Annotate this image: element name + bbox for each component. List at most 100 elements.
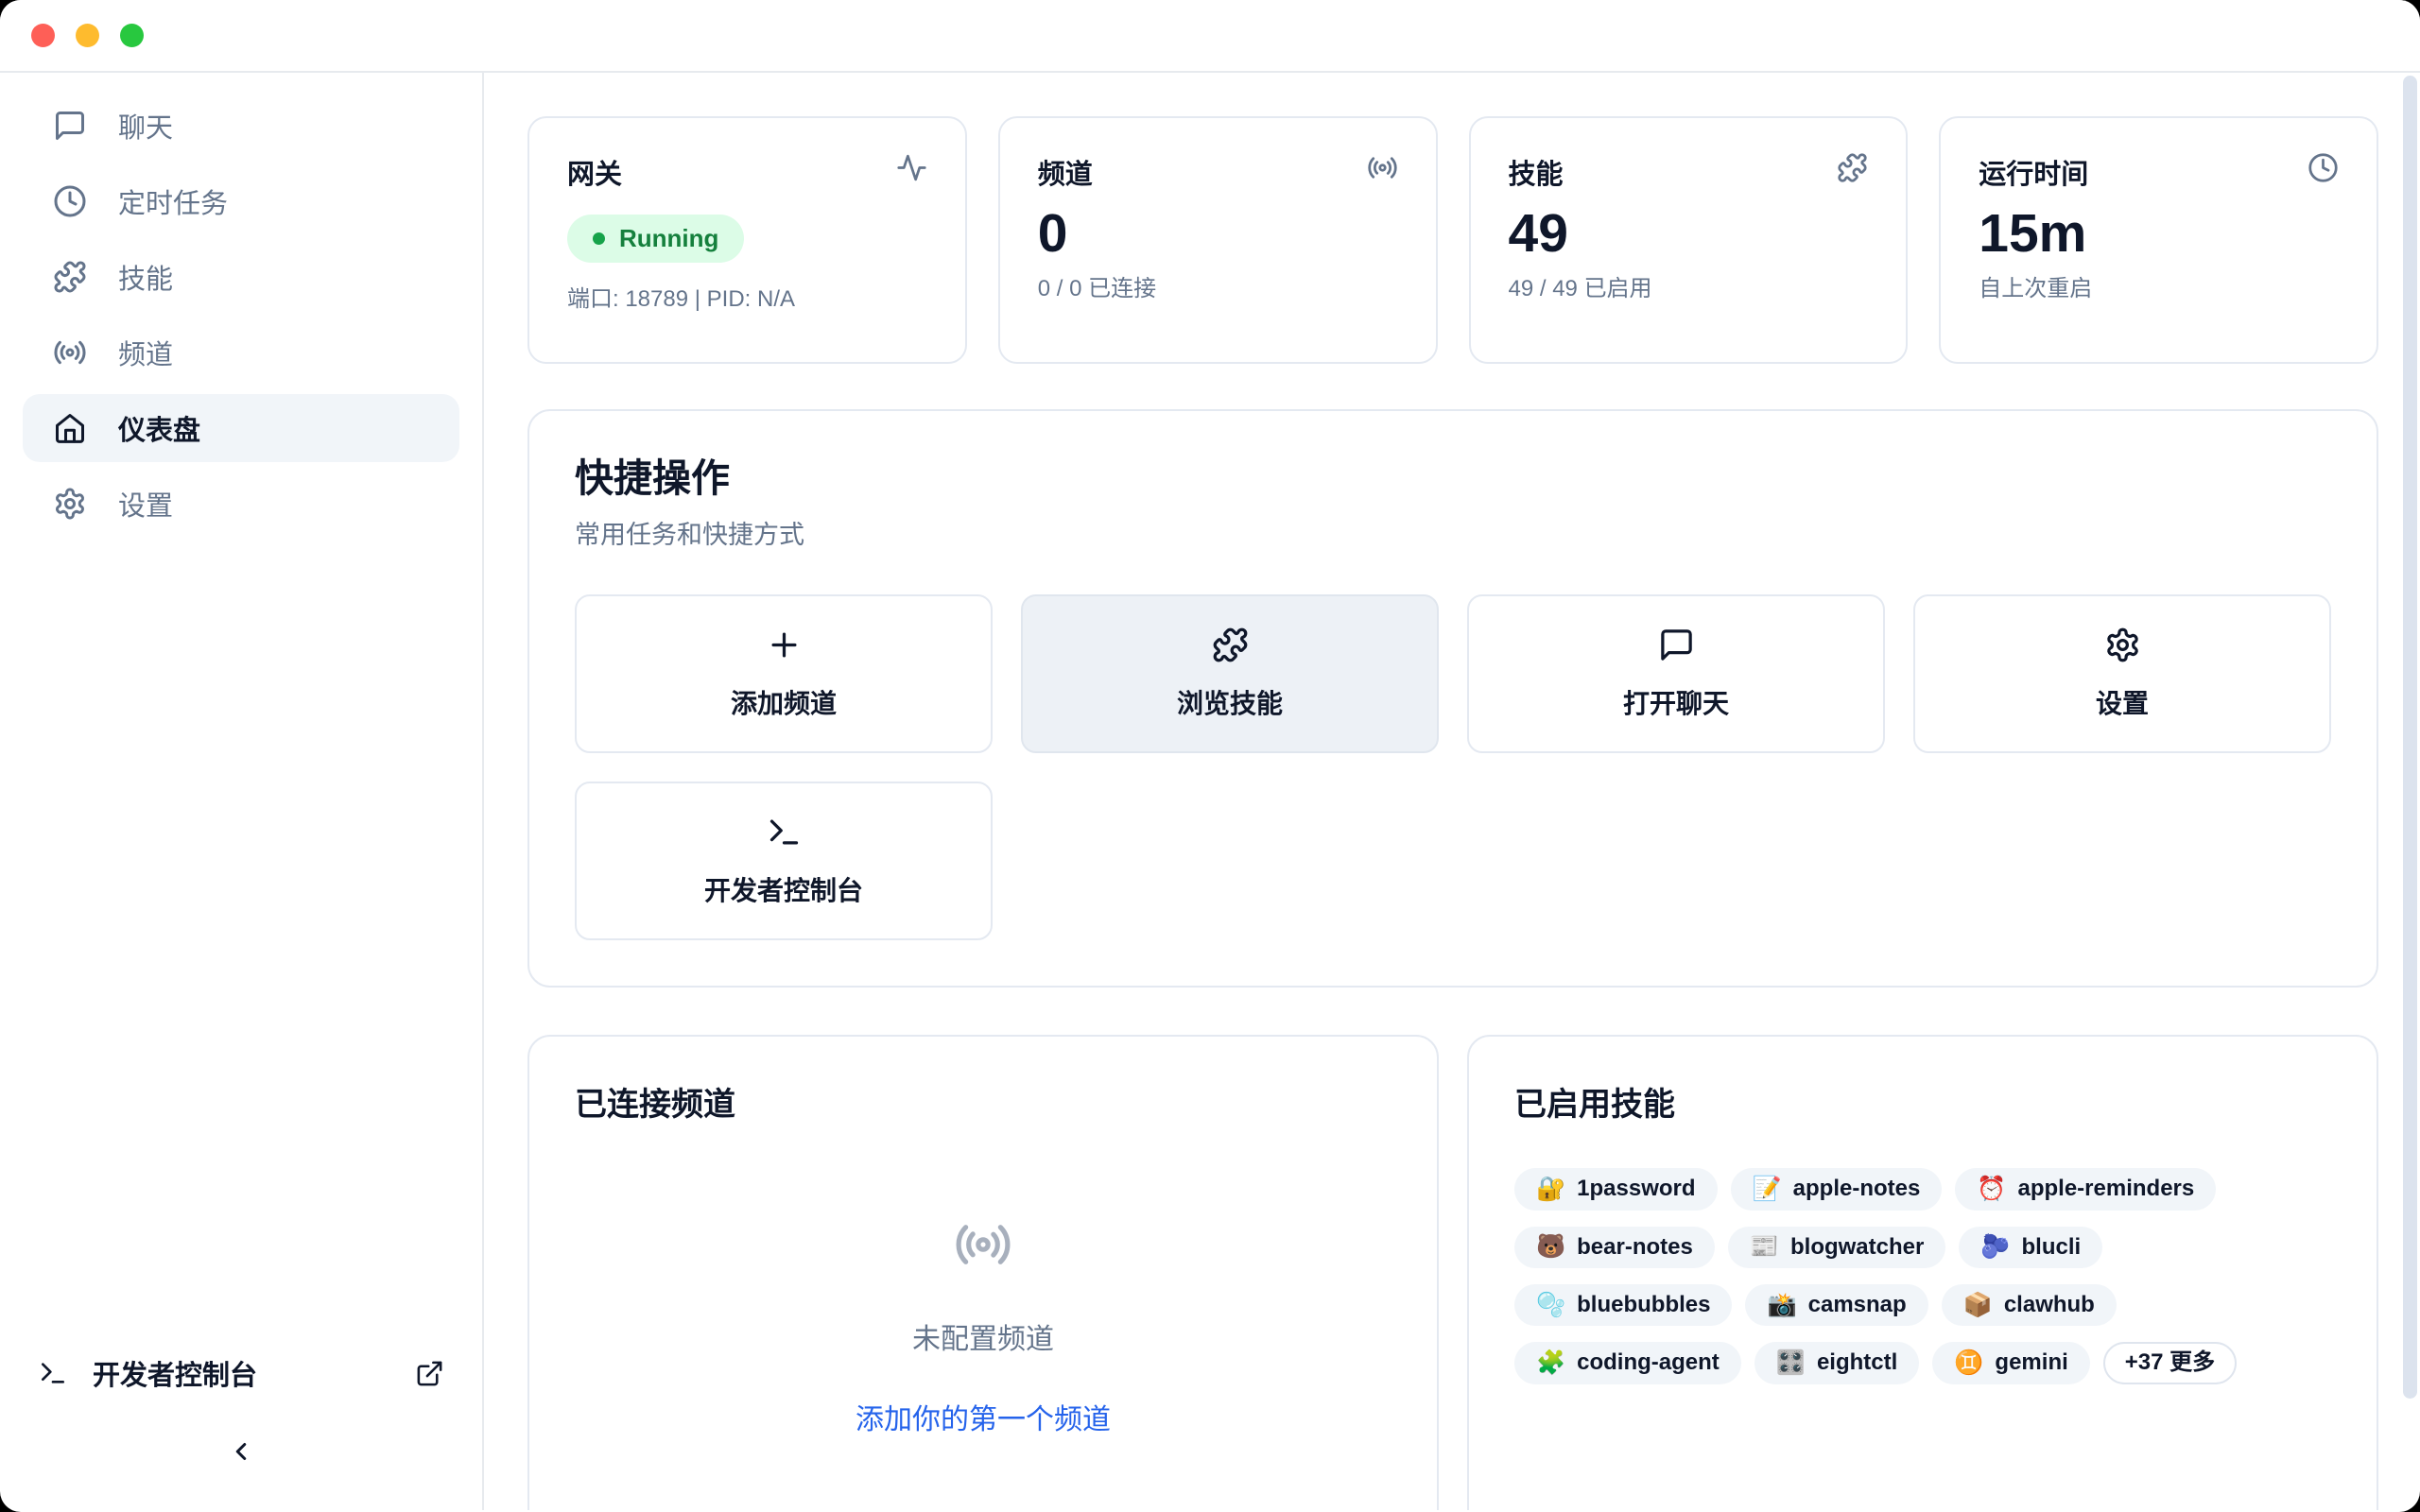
status-badge: Running bbox=[567, 215, 744, 263]
terminal-icon bbox=[38, 1358, 68, 1388]
dev-console-footer-button[interactable]: 开发者控制台 bbox=[38, 1342, 444, 1404]
stat-subtext: 0 / 0 已连接 bbox=[1038, 269, 1398, 302]
sidebar-item-dashboard[interactable]: 仪表盘 bbox=[23, 394, 459, 462]
sidebar-item-chat[interactable]: 聊天 bbox=[23, 92, 459, 160]
gear-icon bbox=[2104, 627, 2141, 663]
skill-emoji-icon: 🫧 bbox=[1536, 1294, 1565, 1317]
skill-emoji-icon: 📸 bbox=[1767, 1294, 1796, 1317]
skill-emoji-icon: 🎛️ bbox=[1776, 1351, 1806, 1375]
skill-emoji-icon: 📰 bbox=[1750, 1235, 1779, 1259]
skill-name: gemini bbox=[1995, 1350, 2067, 1375]
stat-title: 运行时间 bbox=[1979, 152, 2088, 192]
skill-pill[interactable]: 🎛️ eightctl bbox=[1754, 1342, 1919, 1383]
stat-card-header: 频道 bbox=[1038, 152, 1398, 192]
sidebar-footer: 开发者控制台 bbox=[0, 1342, 482, 1510]
skill-emoji-icon: ♊️ bbox=[1954, 1351, 1983, 1375]
quick-action-label: 浏览技能 bbox=[1177, 683, 1283, 721]
skill-pill[interactable]: ♊️ gemini bbox=[1932, 1342, 2089, 1383]
quick-action-label: 添加频道 bbox=[731, 683, 837, 721]
stat-card-header: 网关 bbox=[567, 152, 927, 192]
close-button[interactable] bbox=[31, 24, 55, 47]
sidebar-item-label: 技能 bbox=[118, 257, 173, 297]
more-skills-button[interactable]: +37 更多 bbox=[2103, 1342, 2237, 1383]
activity-icon bbox=[896, 152, 927, 183]
collapse-sidebar-button[interactable] bbox=[0, 1404, 482, 1499]
skill-name: bear-notes bbox=[1577, 1235, 1693, 1260]
quick-actions-grid: 添加频道 浏览技能 打开聊天 设置 bbox=[575, 594, 2331, 753]
status-dot-icon bbox=[593, 232, 605, 245]
skill-name: clawhub bbox=[2004, 1293, 2095, 1317]
skill-name: blogwatcher bbox=[1790, 1235, 1924, 1260]
chevron-left-icon bbox=[227, 1437, 255, 1466]
stat-card-uptime: 运行时间 15m 自上次重启 bbox=[1939, 116, 2378, 364]
add-first-channel-link[interactable]: 添加你的第一个频道 bbox=[850, 1395, 1116, 1438]
skill-pill[interactable]: 🧩 coding-agent bbox=[1514, 1342, 1741, 1383]
stat-subtext: 端口: 18789 | PID: N/A bbox=[567, 280, 927, 313]
sidebar-item-label: 仪表盘 bbox=[118, 408, 200, 448]
plus-icon bbox=[766, 627, 803, 663]
skill-emoji-icon: ⏰ bbox=[1977, 1177, 2006, 1201]
scrollbar-thumb[interactable] bbox=[2403, 76, 2417, 1399]
zoom-button[interactable] bbox=[120, 24, 144, 47]
sidebar-item-scheduled-tasks[interactable]: 定时任务 bbox=[23, 167, 459, 235]
stat-value: 15m bbox=[1979, 203, 2339, 266]
empty-state-text: 未配置频道 bbox=[912, 1315, 1054, 1357]
stat-title: 频道 bbox=[1038, 152, 1093, 192]
browse-skills-button[interactable]: 浏览技能 bbox=[1021, 594, 1439, 753]
skill-pill[interactable]: 📰 blogwatcher bbox=[1728, 1227, 1946, 1268]
channels-empty-state: 未配置频道 添加你的第一个频道 bbox=[575, 1215, 1392, 1438]
skill-name: eightctl bbox=[1817, 1350, 1897, 1375]
sidebar-item-skills[interactable]: 技能 bbox=[23, 243, 459, 311]
settings-button[interactable]: 设置 bbox=[1913, 594, 2331, 753]
minimize-button[interactable] bbox=[76, 24, 99, 47]
sidebar-nav: 聊天 定时任务 技能 频道 仪表盘 bbox=[0, 73, 482, 545]
status-badge-label: Running bbox=[619, 224, 718, 253]
skill-emoji-icon: 🫐 bbox=[1980, 1235, 2010, 1259]
skill-pill-list: 🔐 1password 📝 apple-notes ⏰ apple-remind… bbox=[1514, 1168, 2331, 1384]
skill-name: apple-notes bbox=[1793, 1177, 1921, 1201]
enabled-skills-panel: 已启用技能 🔐 1password 📝 apple-notes ⏰ appl bbox=[1467, 1035, 2378, 1510]
skill-name: bluebubbles bbox=[1577, 1293, 1710, 1317]
sidebar-item-channels[interactable]: 频道 bbox=[23, 318, 459, 387]
clock-icon bbox=[53, 184, 87, 218]
radio-icon bbox=[1367, 152, 1398, 183]
stat-subtext: 49 / 49 已启用 bbox=[1509, 269, 1869, 302]
skill-pill[interactable]: 📸 camsnap bbox=[1745, 1284, 1927, 1326]
skill-emoji-icon: 🔐 bbox=[1536, 1177, 1565, 1201]
add-channel-button[interactable]: 添加频道 bbox=[575, 594, 993, 753]
open-chat-button[interactable]: 打开聊天 bbox=[1467, 594, 1885, 753]
quick-action-label: 打开聊天 bbox=[1623, 683, 1729, 721]
bottom-row: 已连接频道 未配置频道 添加你的第一个频道 已启用技能 🔐 1password bbox=[527, 1035, 2378, 1510]
dev-console-button[interactable]: 开发者控制台 bbox=[575, 782, 993, 940]
sidebar: 聊天 定时任务 技能 频道 仪表盘 bbox=[0, 73, 484, 1510]
skill-pill[interactable]: 🐻 bear-notes bbox=[1514, 1227, 1715, 1268]
sidebar-item-settings[interactable]: 设置 bbox=[23, 470, 459, 538]
skill-pill[interactable]: 📝 apple-notes bbox=[1731, 1168, 1943, 1210]
stat-value: 49 bbox=[1509, 203, 1869, 266]
gear-icon bbox=[53, 487, 87, 521]
sidebar-item-label: 频道 bbox=[118, 333, 173, 372]
quick-actions-card: 快捷操作 常用任务和快捷方式 添加频道 浏览技能 打开聊天 bbox=[527, 409, 2378, 988]
stat-value: 0 bbox=[1038, 203, 1398, 266]
skill-name: camsnap bbox=[1808, 1293, 1907, 1317]
dev-console-label: 开发者控制台 bbox=[93, 1353, 257, 1393]
skill-pill[interactable]: 🔐 1password bbox=[1514, 1168, 1718, 1210]
app-window: 聊天 定时任务 技能 频道 仪表盘 bbox=[0, 0, 2420, 1512]
chat-bubble-icon bbox=[1658, 627, 1695, 663]
skill-pill[interactable]: 🫧 bluebubbles bbox=[1514, 1284, 1732, 1326]
puzzle-icon bbox=[53, 260, 87, 294]
stat-card-channels: 频道 0 0 / 0 已连接 bbox=[998, 116, 1438, 364]
sidebar-item-label: 定时任务 bbox=[118, 181, 228, 221]
stat-card-gateway: 网关 Running 端口: 18789 | PID: N/A bbox=[527, 116, 967, 364]
stat-card-header: 运行时间 bbox=[1979, 152, 2339, 192]
skill-name: blucli bbox=[2021, 1235, 2081, 1260]
external-link-icon bbox=[415, 1359, 444, 1388]
skill-pill[interactable]: 🫐 blucli bbox=[1959, 1227, 2102, 1268]
clock-icon bbox=[2308, 152, 2339, 183]
stat-title: 技能 bbox=[1509, 152, 1564, 192]
quick-actions-title: 快捷操作 bbox=[575, 456, 2331, 501]
chat-bubble-icon bbox=[53, 109, 87, 143]
skill-pill[interactable]: ⏰ apple-reminders bbox=[1955, 1168, 2216, 1210]
sidebar-item-label: 聊天 bbox=[118, 106, 173, 146]
skill-pill[interactable]: 📦 clawhub bbox=[1942, 1284, 2117, 1326]
